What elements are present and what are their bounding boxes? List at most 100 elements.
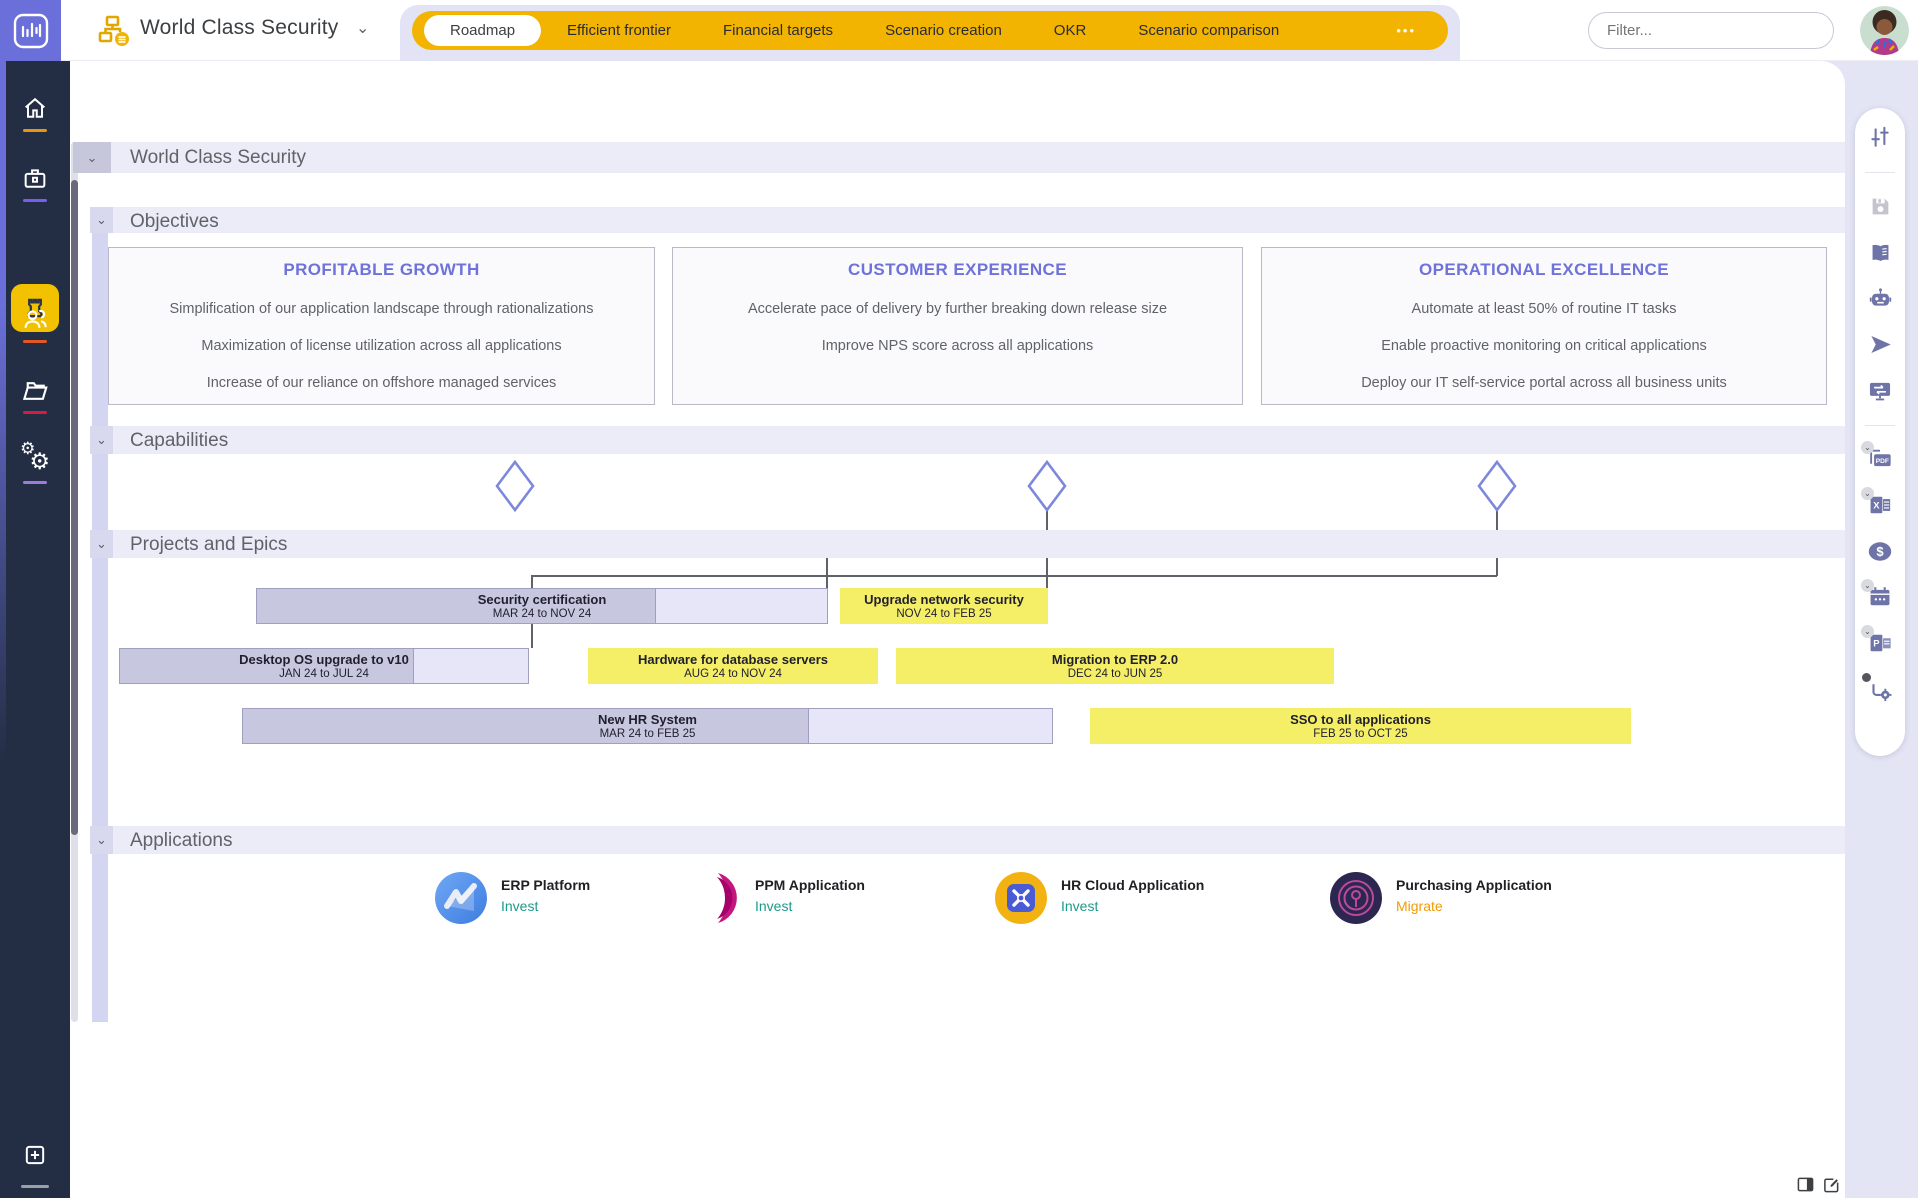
calendar-icon[interactable]: ⌄ (1867, 584, 1893, 610)
epic-title: New HR System (598, 712, 697, 727)
application-status: Migrate (1396, 898, 1552, 914)
send-icon[interactable] (1867, 331, 1893, 357)
connector-line (531, 575, 1497, 577)
people-accent-underline (23, 340, 47, 343)
presentation-icon[interactable] (1867, 377, 1893, 403)
open-folder-icon (20, 375, 50, 405)
sidebar-item-people[interactable] (0, 304, 70, 334)
integration-flow-icon[interactable] (1867, 676, 1893, 702)
projects-collapse-chevron[interactable]: ⌄ (90, 530, 113, 558)
epic-dates: NOV 24 to FEB 25 (896, 607, 991, 621)
sidebar-item-home[interactable] (0, 94, 70, 122)
hr-cloud-application-icon (994, 871, 1048, 925)
objective-line: Simplification of our application landsc… (170, 301, 594, 317)
objective-line: Maximization of license utilization acro… (201, 338, 561, 354)
sidebar-item-portfolio[interactable] (0, 164, 70, 192)
tab-roadmap[interactable]: Roadmap (424, 15, 541, 46)
epic-title: SSO to all applications (1290, 712, 1431, 727)
sliders-icon[interactable] (1867, 124, 1893, 150)
application-status: Invest (501, 898, 590, 914)
rail-divider (1865, 172, 1895, 173)
user-avatar[interactable] (1860, 6, 1909, 55)
section-title-capabilities: Capabilities (130, 430, 228, 452)
application-ppm[interactable]: PPM Application Invest (688, 871, 865, 925)
title-chevron-down-icon[interactable]: ⌄ (356, 18, 369, 38)
capability-diamond-icon[interactable] (495, 460, 535, 512)
section-band-capabilities (90, 426, 1845, 454)
robot-icon[interactable] (1867, 285, 1893, 311)
application-window: Roadmap Efficient frontier Financial tar… (0, 0, 1918, 1198)
portfolio-title[interactable]: World Class Security (140, 16, 339, 40)
edit-icon[interactable] (1823, 1176, 1840, 1193)
tab-okr[interactable]: OKR (1028, 14, 1113, 47)
left-sidebar: ⚙ ⚙ (0, 61, 70, 1198)
panel-layout-icon[interactable] (1797, 1176, 1814, 1193)
tab-scenario-comparison[interactable]: Scenario comparison (1112, 14, 1305, 47)
briefcase-icon (21, 164, 49, 192)
objective-line: Increase of our reliance on offshore man… (207, 375, 557, 391)
application-hr-cloud[interactable]: HR Cloud Application Invest (994, 871, 1204, 925)
book-icon[interactable] (1867, 239, 1893, 265)
portfolio-hierarchy-icon (98, 14, 132, 48)
epic-bar-hardware-database-servers[interactable]: Hardware for database servers AUG 24 to … (588, 648, 878, 684)
export-excel-icon[interactable]: ⌄ X (1867, 492, 1893, 518)
sidebar-item-add[interactable] (0, 1141, 70, 1169)
section-title-objectives: Objectives (130, 211, 219, 233)
portfolio-accent-underline (23, 199, 47, 202)
tab-scenario-creation[interactable]: Scenario creation (859, 14, 1028, 47)
section-title-root: World Class Security (130, 147, 306, 169)
capability-diamond-icon[interactable] (1477, 460, 1517, 512)
home-icon (21, 94, 49, 122)
tabs-overflow-button[interactable]: ••• (1396, 23, 1416, 38)
root-collapse-chevron[interactable]: ⌄ (73, 142, 111, 173)
sidebar-item-projects[interactable] (0, 375, 70, 405)
projects-accent-underline (23, 411, 47, 414)
objective-card-profitable-growth[interactable]: PROFITABLE GROWTH Simplification of our … (108, 247, 655, 405)
app-logo[interactable] (0, 0, 61, 61)
objective-line: Automate at least 50% of routine IT task… (1412, 301, 1677, 317)
epic-bar-new-hr-system[interactable]: New HR System MAR 24 to FEB 25 (242, 708, 1053, 744)
capability-diamond-icon[interactable] (1027, 460, 1067, 512)
epic-dates: FEB 25 to OCT 25 (1313, 727, 1407, 741)
application-name: HR Cloud Application (1061, 877, 1204, 893)
section-band-objectives (90, 207, 1845, 233)
export-pdf-icon[interactable]: ⌄ PDF (1867, 446, 1893, 472)
sidebar-item-settings[interactable]: ⚙ ⚙ (0, 443, 70, 475)
epic-bar-migration-erp[interactable]: Migration to ERP 2.0 DEC 24 to JUN 25 (896, 648, 1334, 684)
objective-title: PROFITABLE GROWTH (283, 260, 479, 280)
rail-divider (1865, 425, 1895, 426)
tab-efficient-frontier[interactable]: Efficient frontier (541, 14, 697, 47)
chevron-badge: ⌄ (1861, 579, 1874, 592)
filter-input[interactable] (1588, 12, 1834, 49)
epic-bar-security-certification[interactable]: Security certification MAR 24 to NOV 24 (256, 588, 828, 624)
objective-line: Enable proactive monitoring on critical … (1381, 338, 1707, 354)
objectives-collapse-chevron[interactable]: ⌄ (90, 207, 113, 233)
objective-title: OPERATIONAL EXCELLENCE (1419, 260, 1669, 280)
epic-bar-upgrade-network-security[interactable]: Upgrade network security NOV 24 to FEB 2… (840, 588, 1048, 624)
application-name: ERP Platform (501, 877, 590, 893)
objective-card-customer-experience[interactable]: CUSTOMER EXPERIENCE Accelerate pace of d… (672, 247, 1243, 405)
epic-title: Desktop OS upgrade to v10 (239, 652, 409, 667)
dollar-icon[interactable]: $ (1867, 538, 1893, 564)
progress-fill (243, 709, 809, 743)
tab-financial-targets[interactable]: Financial targets (697, 14, 859, 47)
capabilities-collapse-chevron[interactable]: ⌄ (90, 426, 113, 454)
epic-title: Migration to ERP 2.0 (1052, 652, 1178, 667)
epic-title: Upgrade network security (864, 592, 1024, 607)
save-icon[interactable] (1867, 193, 1893, 219)
epic-bar-sso-all-applications[interactable]: SSO to all applications FEB 25 to OCT 25 (1090, 708, 1631, 744)
epic-title: Security certification (478, 592, 607, 607)
left-scrollbar-thumb[interactable] (71, 180, 78, 835)
section-title-projects: Projects and Epics (130, 534, 287, 556)
svg-text:X: X (1873, 500, 1880, 511)
export-ppt-icon[interactable]: ⌄ P (1867, 630, 1893, 656)
application-purchasing[interactable]: Purchasing Application Migrate (1329, 871, 1552, 925)
objective-card-operational-excellence[interactable]: OPERATIONAL EXCELLENCE Automate at least… (1261, 247, 1827, 405)
epic-dates: MAR 24 to NOV 24 (493, 607, 591, 621)
application-erp-platform[interactable]: ERP Platform Invest (434, 871, 590, 925)
epic-bar-desktop-os-upgrade[interactable]: Desktop OS upgrade to v10 JAN 24 to JUL … (119, 648, 529, 684)
svg-text:P: P (1873, 638, 1879, 649)
home-accent-underline (23, 129, 47, 132)
applications-collapse-chevron[interactable]: ⌄ (90, 826, 113, 854)
ppm-application-icon (688, 871, 742, 925)
